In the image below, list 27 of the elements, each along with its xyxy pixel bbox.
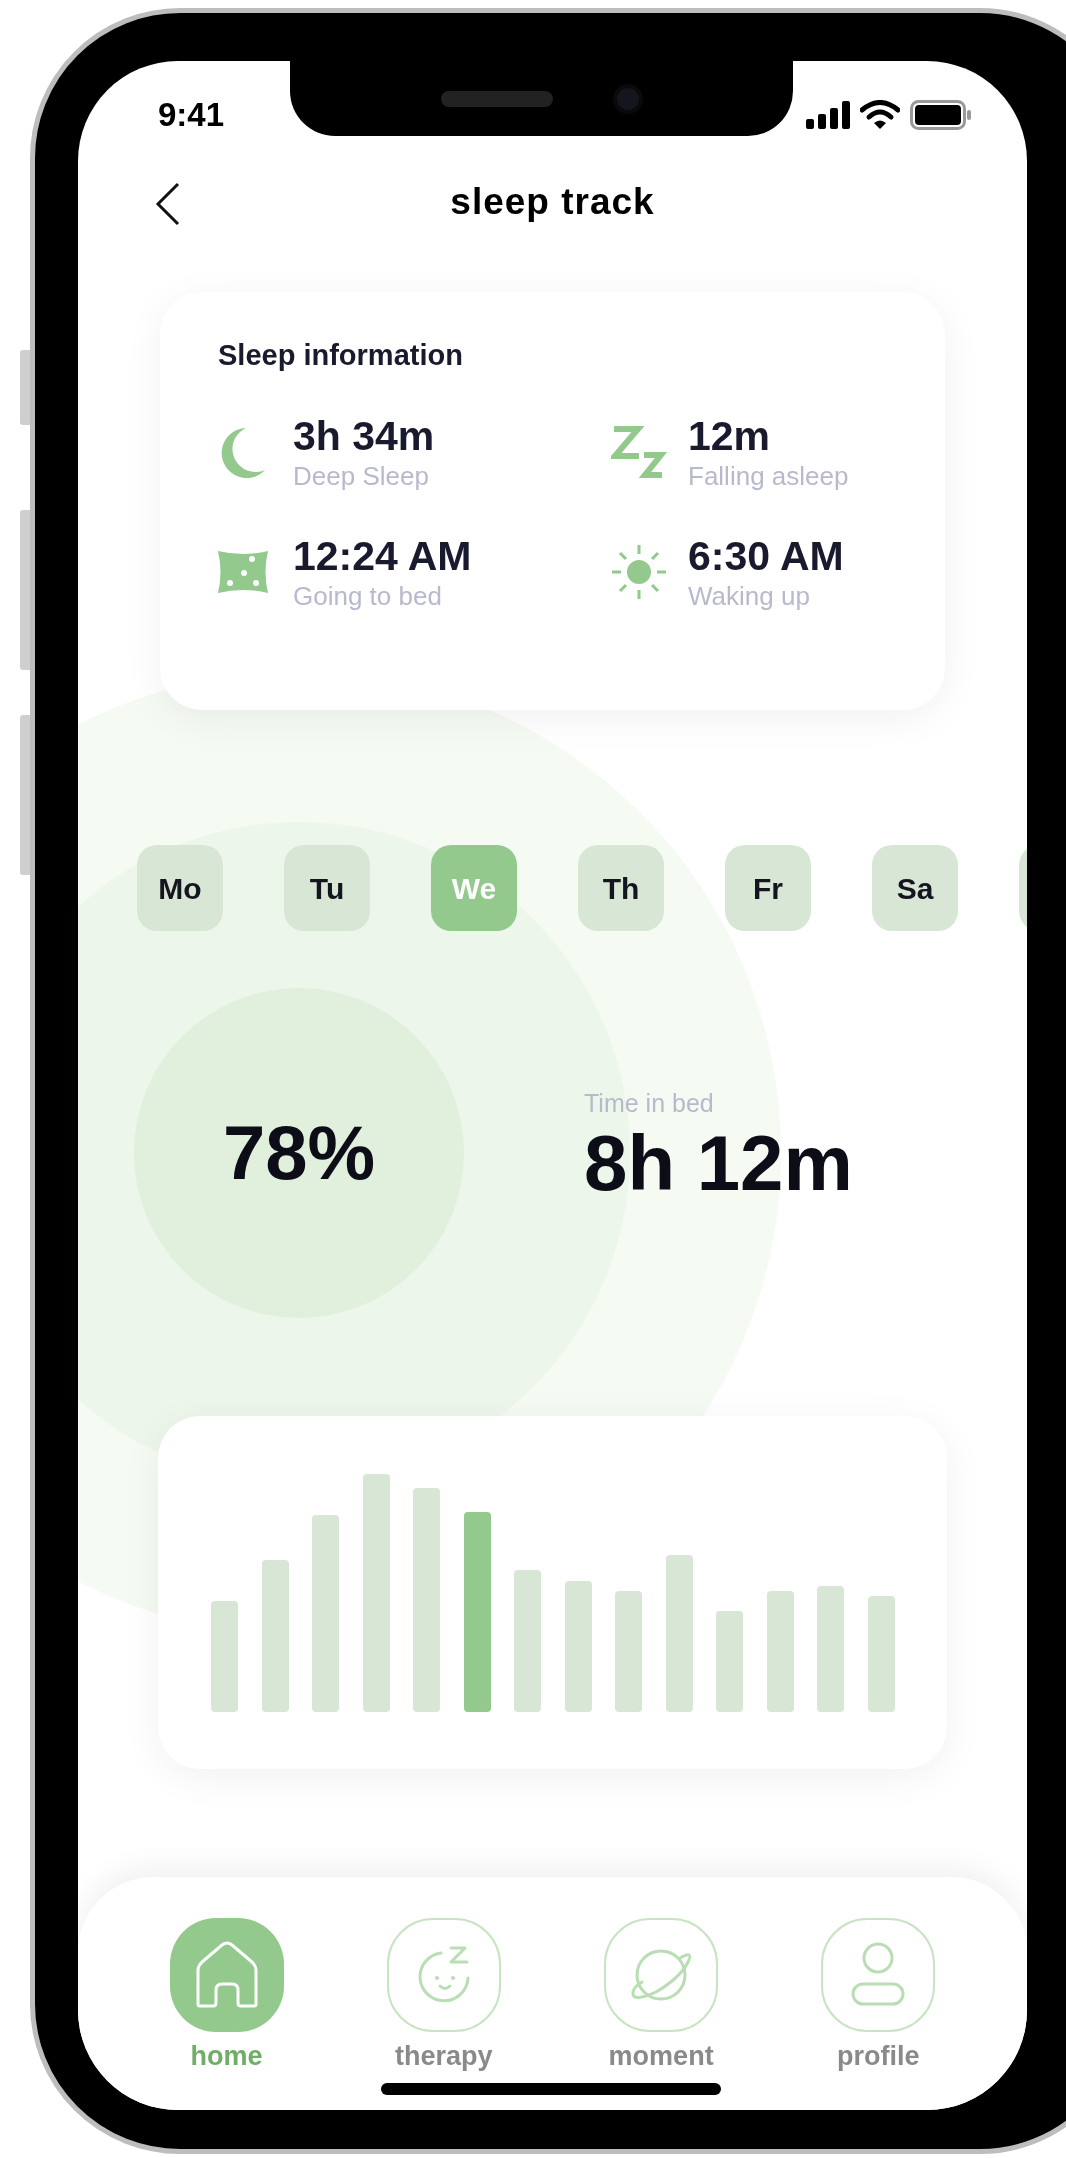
battery-icon (910, 100, 972, 130)
day-button[interactable]: Mo (137, 845, 223, 931)
screen-title: sleep track (450, 180, 655, 225)
card-title: Sleep information (217, 338, 464, 373)
info-value: 3h 34m (293, 411, 435, 460)
info-label: Falling asleep (688, 459, 849, 492)
sleep-score: 78% (222, 1109, 376, 1197)
time-in-bed-label: Time in bed (584, 1088, 715, 1118)
info-label: Deep Sleep (293, 459, 430, 492)
day-button[interactable]: Sa (872, 845, 958, 931)
sun-icon (611, 543, 667, 600)
day-button[interactable]: Tu (284, 845, 370, 931)
status-time: 9:41 (158, 95, 225, 136)
time-in-bed-value: 8h 12m (584, 1118, 853, 1208)
pillow-icon (216, 548, 270, 595)
wifi-icon (860, 100, 900, 130)
sleep-z-icon (611, 424, 667, 479)
camera-lens (612, 83, 643, 114)
info-value: 12m (688, 411, 772, 460)
back-icon (155, 182, 181, 226)
info-label: Going to bed (293, 579, 443, 612)
info-value: 6:30 AM (688, 531, 844, 580)
day-button[interactable]: Th (578, 845, 664, 931)
signal-icon (806, 101, 850, 129)
info-value: 12:24 AM (293, 531, 472, 580)
day-button[interactable]: Fr (725, 845, 811, 931)
info-label: Waking up (688, 579, 811, 612)
